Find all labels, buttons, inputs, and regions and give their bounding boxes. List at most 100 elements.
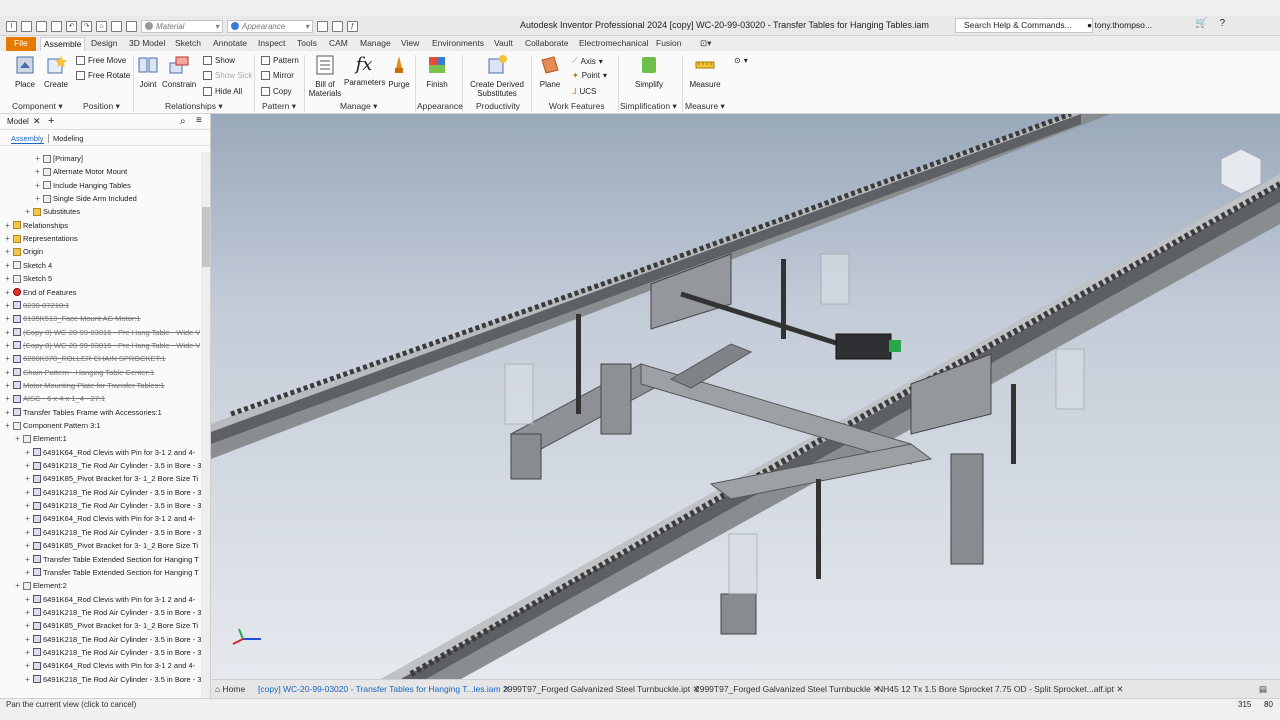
tree-item[interactable]: + Transfer Table Extended Section for Han… [24,553,199,566]
pattern-button[interactable]: Pattern [261,56,299,65]
tab-electromechanical[interactable]: Electromechanical [576,37,651,51]
material-dropdown[interactable]: Material ▾ [141,19,224,33]
group-relationships[interactable]: Relationships ▾ [165,101,223,112]
tree-item[interactable]: +6491K64_Rod Clevis with Pin for 3-1 2 a… [24,512,195,525]
3d-viewport[interactable] [211,114,1280,679]
tree-item[interactable]: +6491K85_Pivot Bracket for 3- 1_2 Bore S… [24,539,198,552]
bill-of-materials-button[interactable]: Bill of Materials [308,54,342,98]
show-sick-button[interactable]: Show Sick [203,71,252,80]
tree-item[interactable]: +0230-07210:1 [4,299,69,312]
constrain-button[interactable]: Constrain [162,54,196,89]
tree-item[interactable]: +6491K64_Rod Clevis with Pin for 3-1 2 a… [24,446,195,459]
search-icon[interactable]: ⌕ [180,116,186,127]
expand-icon[interactable]: + [24,499,31,512]
expand-icon[interactable]: + [4,352,11,365]
expand-icon[interactable]: + [4,272,11,285]
create-button[interactable]: Create [42,54,70,89]
undo-icon[interactable]: ↶ [66,20,77,32]
tree-item[interactable]: + (Copy 8) WC-20-99-03016 - Pre Hang Tabl… [4,339,200,352]
expand-icon[interactable]: + [24,606,31,619]
group-simplification[interactable]: Simplification ▾ [620,101,677,112]
expand-icon[interactable]: + [34,152,41,165]
subtab-modeling[interactable]: Modeling [48,134,83,143]
color-override-icon[interactable] [317,20,329,32]
subtab-assembly[interactable]: Assembly [11,134,44,144]
tab-collaborate[interactable]: Collaborate [522,37,571,51]
ribbon-options-icon[interactable]: ⊡▾ [697,37,714,51]
tab-manage[interactable]: Manage [357,37,394,51]
tree-item[interactable]: +6491K64_Rod Clevis with Pin for 3-1 2 a… [24,659,195,672]
expand-icon[interactable]: + [4,379,11,392]
viewcube-icon[interactable] [1220,148,1262,195]
tab-assemble[interactable]: Assemble [40,37,86,51]
expand-icon[interactable]: + [4,232,11,245]
doc-tab-turnbuckle-ipt[interactable]: 2999T97_Forged Galvanized Steel Turnbuck… [503,684,700,695]
expand-icon[interactable]: + [24,633,31,646]
tab-view[interactable]: View [398,37,422,51]
joint-button[interactable]: Joint [136,54,160,89]
tab-file[interactable]: File [6,37,36,51]
expand-icon[interactable]: + [4,299,11,312]
doc-tab-sprocket[interactable]: NH45 12 Tx 1.5 Bore Sprocket 7.75 OD - S… [877,684,1124,695]
expand-icon[interactable]: + [4,259,11,272]
update-icon[interactable] [111,20,122,32]
tab-fusion[interactable]: Fusion [653,37,685,51]
group-measure[interactable]: Measure ▾ [685,101,725,112]
tab-tools[interactable]: Tools [294,37,320,51]
tree-item[interactable]: + Element:2 [14,579,67,592]
group-manage[interactable]: Manage ▾ [340,101,377,112]
tree-item[interactable]: +6491K218_Tie Rod Air Cylinder - 3.5 in … [24,486,201,499]
mirror-button[interactable]: Mirror [261,71,294,80]
tree-item[interactable]: +6135K513_Face Mount AC Motor:1 [4,312,140,325]
expand-icon[interactable]: + [34,165,41,178]
expand-icon[interactable]: + [24,646,31,659]
hide-all-button[interactable]: Hide All [203,87,242,96]
purge-button[interactable]: Purge [386,54,412,89]
tree-item[interactable]: + Alternate Motor Mount [34,165,127,178]
expand-icon[interactable]: + [24,526,31,539]
extra-tools-dropdown[interactable]: ⊙ ▾ [734,56,748,65]
tree-item[interactable]: + AISC - 6 x 4 x 1_4 - 27:1 [4,392,105,405]
show-button[interactable]: Show [203,56,235,65]
tab-design[interactable]: Design [88,37,120,51]
select-icon[interactable] [126,20,137,32]
expand-icon[interactable]: + [24,459,31,472]
expand-icon[interactable]: + [24,472,31,485]
tab-annotate[interactable]: Annotate [210,37,250,51]
add-tab-icon[interactable]: + [48,115,54,127]
finish-button[interactable]: Finish [422,54,452,89]
browser-scrollbar[interactable] [201,152,210,698]
expand-icon[interactable]: + [24,486,31,499]
home-icon[interactable]: ⌂ [96,20,107,32]
expand-icon[interactable]: + [4,326,11,339]
parameters-button[interactable]: fx Parameters [344,54,385,87]
save-icon[interactable] [51,20,62,32]
tree-item[interactable]: + Element:1 [14,432,67,445]
expand-icon[interactable]: + [24,619,31,632]
help-icon[interactable]: ? [1219,18,1225,29]
axis-button[interactable]: ⟋ Axis ▾ [572,56,603,66]
cart-icon[interactable]: 🛒 [1195,18,1207,29]
user-account[interactable]: ● tony.thompso... [1087,20,1152,30]
tree-item[interactable]: + Substitutes [24,205,80,218]
redo-icon[interactable]: ↷ [81,20,92,32]
expand-icon[interactable]: + [34,192,41,205]
tab-list-icon[interactable]: ▤ [1259,684,1267,695]
group-position[interactable]: Position ▾ [83,101,120,112]
close-icon[interactable]: ✕ [33,116,41,127]
tab-cam[interactable]: CAM [326,37,351,51]
point-button[interactable]: ✦ Point ▾ [572,71,607,80]
expand-icon[interactable]: + [24,593,31,606]
tree-item[interactable]: + Origin [4,245,43,258]
doc-tab-turnbuckle[interactable]: 2999T97_Forged Galvanized Steel Turnbuck… [695,684,880,695]
expand-icon[interactable]: + [4,286,11,299]
doc-tab-assembly[interactable]: [copy] WC-20-99-03020 - Transfer Tables … [258,684,510,695]
tree-item[interactable]: +6491K218_Tie Rod Air Cylinder - 3.5 in … [24,499,201,512]
tree-item[interactable]: + Transfer Tables Frame with Accessories:… [4,406,162,419]
search-help-input[interactable]: Search Help & Commands... [955,18,1093,33]
expand-icon[interactable]: + [4,366,11,379]
tree-item[interactable]: + Transfer Table Extended Section for Han… [24,566,199,579]
scrollbar-thumb[interactable] [202,207,210,267]
measure-button[interactable]: Measure [688,54,722,89]
close-icon[interactable]: ✕ [1116,684,1123,694]
